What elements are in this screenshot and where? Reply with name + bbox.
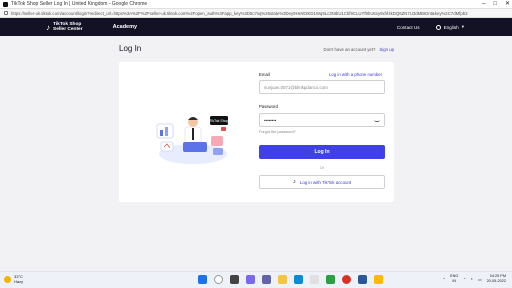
globe-icon xyxy=(435,24,441,30)
task-view-icon[interactable] xyxy=(230,275,239,284)
email-input[interactable]: sunjuan.0071@blinkpdanco.com xyxy=(259,80,385,94)
teams-icon[interactable] xyxy=(262,275,271,284)
tiktok-shop-badge: TikTok Shop xyxy=(209,119,228,123)
tiktok-login-label: Log in with TikTok account xyxy=(299,179,352,185)
url-text[interactable]: https://seller-uk.tiktok.com/account/log… xyxy=(11,11,468,16)
sun-icon xyxy=(4,275,11,283)
clock[interactable]: 04:25 PM 20-05-2022 xyxy=(487,274,506,284)
tiktok-icon: ♪ xyxy=(292,179,296,185)
minimize-icon[interactable]: – xyxy=(482,0,485,9)
search-icon[interactable] xyxy=(214,275,223,284)
chevron-down-icon: ▾ xyxy=(461,24,464,29)
tiktok-tab-icon xyxy=(3,1,8,7)
seller-illustration: TikTok Shop xyxy=(156,116,229,164)
wifi-icon[interactable]: ◔ xyxy=(463,277,465,281)
widgets-icon[interactable] xyxy=(246,275,255,284)
address-bar[interactable]: https://seller-uk.tiktok.com/account/log… xyxy=(0,9,512,18)
chevron-up-icon[interactable]: ^ xyxy=(443,277,445,281)
browser-title-bar: TikTok Shop Seller Log In | United Kingd… xyxy=(0,0,512,9)
sticky-notes-icon[interactable] xyxy=(374,275,383,284)
tiktok-note-icon: ♪ xyxy=(46,22,50,32)
weather-widget[interactable]: 33°C Hazy xyxy=(4,274,23,284)
no-account-text: Don't have an account yet? xyxy=(323,47,376,52)
edge-icon[interactable] xyxy=(294,275,303,284)
weather-condition: Hazy xyxy=(14,279,24,284)
email-label: Email xyxy=(259,72,270,77)
windows-taskbar: 33°C Hazy ^ ENG IN ◔ ◖ ▭ 04:25 PM 20-05-… xyxy=(0,271,512,288)
password-value: •••••••• xyxy=(264,117,277,123)
battery-icon[interactable]: ▭ xyxy=(478,277,482,282)
input-language[interactable]: ENG IN xyxy=(450,274,458,284)
system-tray: ^ ENG IN ◔ ◖ ▭ 04:25 PM 20-05-2022 xyxy=(443,274,506,284)
password-input[interactable]: •••••••• xyxy=(259,113,385,127)
store-icon[interactable] xyxy=(310,275,319,284)
or-divider: Or xyxy=(319,165,325,170)
login-button[interactable]: Log In xyxy=(259,145,385,159)
start-icon[interactable] xyxy=(198,275,207,284)
lang-line-2: IN xyxy=(452,279,457,283)
password-label: Password xyxy=(259,104,278,109)
logo-line-2: Seller Center xyxy=(53,27,83,32)
lock-icon xyxy=(4,11,8,15)
close-icon[interactable]: ✕ xyxy=(505,0,510,9)
word-icon[interactable] xyxy=(358,275,367,284)
clock-date: 20-05-2022 xyxy=(486,279,506,283)
login-card: TikTok Shop Email Log in with a phone nu… xyxy=(119,62,394,202)
maximize-icon[interactable]: □ xyxy=(493,0,497,9)
eye-closed-icon[interactable] xyxy=(374,118,380,122)
sign-up-link[interactable]: Sign up xyxy=(379,47,394,52)
taskbar-apps xyxy=(198,275,383,284)
top-navigation: ♪ TikTok Shop Seller Center Academy Cont… xyxy=(0,18,512,36)
language-selector[interactable]: English ▾ xyxy=(435,24,464,30)
language-label: English xyxy=(443,24,459,30)
phone-login-link[interactable]: Log in with a phone number xyxy=(329,72,382,77)
file-explorer-icon[interactable] xyxy=(278,275,287,284)
signup-prompt: Don't have an account yet? Sign up xyxy=(323,47,394,52)
window-controls: – □ ✕ xyxy=(482,0,510,9)
forgot-password-link[interactable]: Forgot the password? xyxy=(259,130,296,134)
chrome-icon[interactable] xyxy=(342,275,351,284)
tiktok-login-button[interactable]: ♪ Log in with TikTok account xyxy=(259,175,385,189)
nav-contact-us[interactable]: Contact Us xyxy=(397,25,420,30)
speaker-icon[interactable]: ◖ xyxy=(471,277,473,281)
tiktok-shop-logo[interactable]: ♪ TikTok Shop Seller Center xyxy=(46,22,83,32)
excel-icon[interactable] xyxy=(326,275,335,284)
window-title: TikTok Shop Seller Log In | United Kingd… xyxy=(11,1,148,7)
nav-academy[interactable]: Academy xyxy=(113,24,137,30)
page-title: Log In xyxy=(119,44,142,53)
